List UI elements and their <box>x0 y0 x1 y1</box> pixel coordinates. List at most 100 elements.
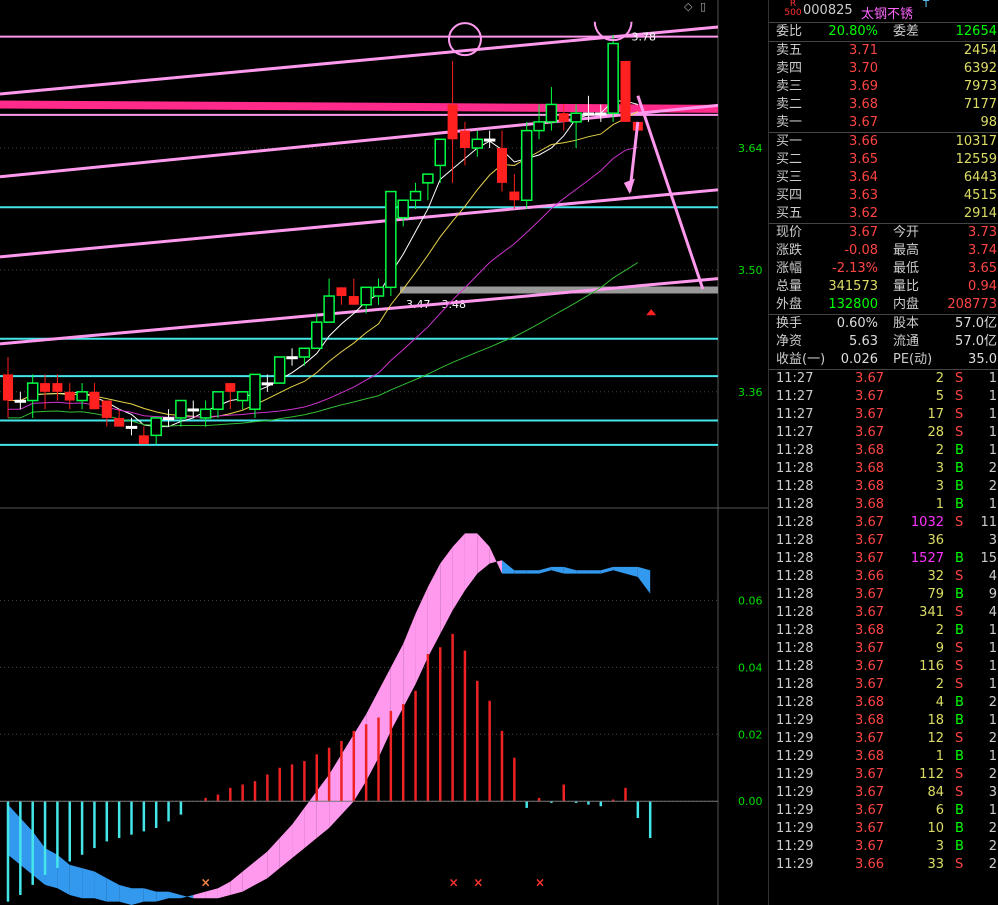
stock-name[interactable]: 太钢不锈 <box>861 3 913 22</box>
bid-row[interactable]: 买三 3.64 6443 <box>769 169 998 187</box>
macd-band-segment <box>341 734 354 815</box>
tick-time: 11:28 <box>776 587 814 602</box>
tick-side: S <box>955 407 964 422</box>
tick-price: 3.67 <box>855 515 884 530</box>
stat-row: 现价 3.67 今开 3.73 <box>769 224 998 242</box>
ask-label: 卖五 <box>776 43 803 58</box>
bid-label: 买三 <box>776 170 803 185</box>
trend-channel-line <box>0 277 719 346</box>
ask-row[interactable]: 卖一 3.67 98 <box>769 114 998 132</box>
macd-band-segment <box>230 871 243 895</box>
tick-side: S <box>955 425 964 440</box>
macd-band-segment <box>452 533 465 611</box>
bid-row[interactable]: 买四 3.63 4515 <box>769 187 998 205</box>
tick-price: 3.67 <box>855 425 884 440</box>
macd-tick-label: 0.04 <box>738 661 763 674</box>
tick-row: 11:28 3.68 4 B 2 <box>769 694 998 712</box>
ask-row[interactable]: 卖二 3.68 7177 <box>769 96 998 114</box>
candle-body <box>212 391 224 410</box>
tick-side: S <box>955 605 964 620</box>
tick-count: 1 <box>988 677 997 692</box>
tick-row: 11:28 3.68 3 B 2 <box>769 478 998 496</box>
tick-time: 11:29 <box>776 857 814 872</box>
macd-band-segment <box>32 831 46 885</box>
stat-label: 净资 <box>776 334 803 349</box>
stock-code: 000825 <box>803 3 853 18</box>
tick-side: B <box>955 479 964 494</box>
macd-band-segment <box>427 563 441 658</box>
tick-volume: 3 <box>935 839 944 854</box>
tick-row: 11:28 3.68 1 B 1 <box>769 496 998 514</box>
bid-label: 买五 <box>776 206 803 221</box>
tick-time: 11:29 <box>776 785 814 800</box>
tick-time: 11:28 <box>776 659 814 674</box>
stock-header: R 500 000825 太钢不锈 T <box>769 0 998 22</box>
tick-side: S <box>955 371 964 386</box>
tick-side: S <box>955 389 964 404</box>
ask-row[interactable]: 卖三 3.69 7973 <box>769 78 998 96</box>
tick-volume: 1032 <box>910 515 944 530</box>
candle-body <box>607 42 619 114</box>
macd-tick-label: 0.00 <box>738 795 763 808</box>
tick-row: 11:28 3.67 1527 B 15 <box>769 550 998 568</box>
candle-body <box>348 296 359 305</box>
tick-row: 11:27 3.67 2 S 1 <box>769 370 998 388</box>
trend-channel-line <box>0 103 719 179</box>
stat-value: 3.67 <box>849 225 878 240</box>
tick-row: 11:29 3.67 6 B 1 <box>769 802 998 820</box>
tick-time: 11:27 <box>776 425 814 440</box>
stat-label: 换手 <box>776 316 803 331</box>
candle-body <box>225 383 236 392</box>
stat-label: 量比 <box>893 279 920 294</box>
chart-area[interactable]: 3.643.503.360.060.040.020.003.47 - 3.483… <box>0 0 768 905</box>
candle-body <box>545 103 558 123</box>
tick-price: 3.68 <box>855 461 884 476</box>
tick-volume: 6 <box>935 803 944 818</box>
price-tick-label: 3.36 <box>738 386 763 399</box>
diamond-icon[interactable]: ◇ <box>684 0 692 13</box>
candle-body <box>175 399 187 419</box>
stat-label: 流通 <box>893 334 920 349</box>
candle-body <box>434 138 446 167</box>
stat-value: 3.73 <box>968 225 997 240</box>
window-icon[interactable]: ▯ <box>700 0 706 13</box>
candle-body <box>162 417 175 421</box>
ask-row[interactable]: 卖四 3.70 6392 <box>769 60 998 78</box>
ma5-line <box>8 100 638 428</box>
candle-body <box>249 373 261 410</box>
tick-count: 11 <box>980 515 997 530</box>
stat-value: 57.0亿 <box>955 316 997 331</box>
candle-body <box>150 417 162 437</box>
tick-volume: 10 <box>927 821 944 836</box>
tick-count: 2 <box>988 839 997 854</box>
macd-band-segment <box>440 546 453 634</box>
macd-band-segment <box>353 714 367 802</box>
tick-row: 11:28 3.67 116 S 1 <box>769 658 998 676</box>
bid-row[interactable]: 买二 3.65 12559 <box>769 151 998 169</box>
tick-row: 11:28 3.67 341 S 4 <box>769 604 998 622</box>
tick-side: S <box>955 785 964 800</box>
tick-price: 3.68 <box>855 497 884 512</box>
tick-side: B <box>955 461 964 476</box>
kline-macd-chart[interactable]: 3.643.503.360.060.040.020.003.47 - 3.483… <box>0 0 768 905</box>
macd-band-segment <box>168 891 181 899</box>
tick-side: S <box>955 677 964 692</box>
price-tick-label: 3.50 <box>738 264 763 277</box>
bid-row[interactable]: 买一 3.66 10317 <box>769 133 998 151</box>
tick-count: 1 <box>988 497 997 512</box>
tick-volume: 116 <box>919 659 944 674</box>
tick-price: 3.68 <box>855 623 884 638</box>
tick-volume: 32 <box>927 569 944 584</box>
macd-band-segment <box>57 854 70 895</box>
candle-body <box>14 399 27 403</box>
macd-band-segment <box>576 570 589 574</box>
stat-value: 0.026 <box>840 352 878 367</box>
macd-band-segment <box>390 643 404 731</box>
bid-row[interactable]: 买五 3.62 2914 <box>769 205 998 223</box>
macd-band-segment <box>20 817 33 875</box>
tick-volume: 341 <box>919 605 944 620</box>
tick-side: S <box>955 515 964 530</box>
tick-volume: 2 <box>935 677 944 692</box>
ask-row[interactable]: 卖五 3.71 2454 <box>769 42 998 60</box>
stat-label: 涨跌 <box>776 243 803 258</box>
